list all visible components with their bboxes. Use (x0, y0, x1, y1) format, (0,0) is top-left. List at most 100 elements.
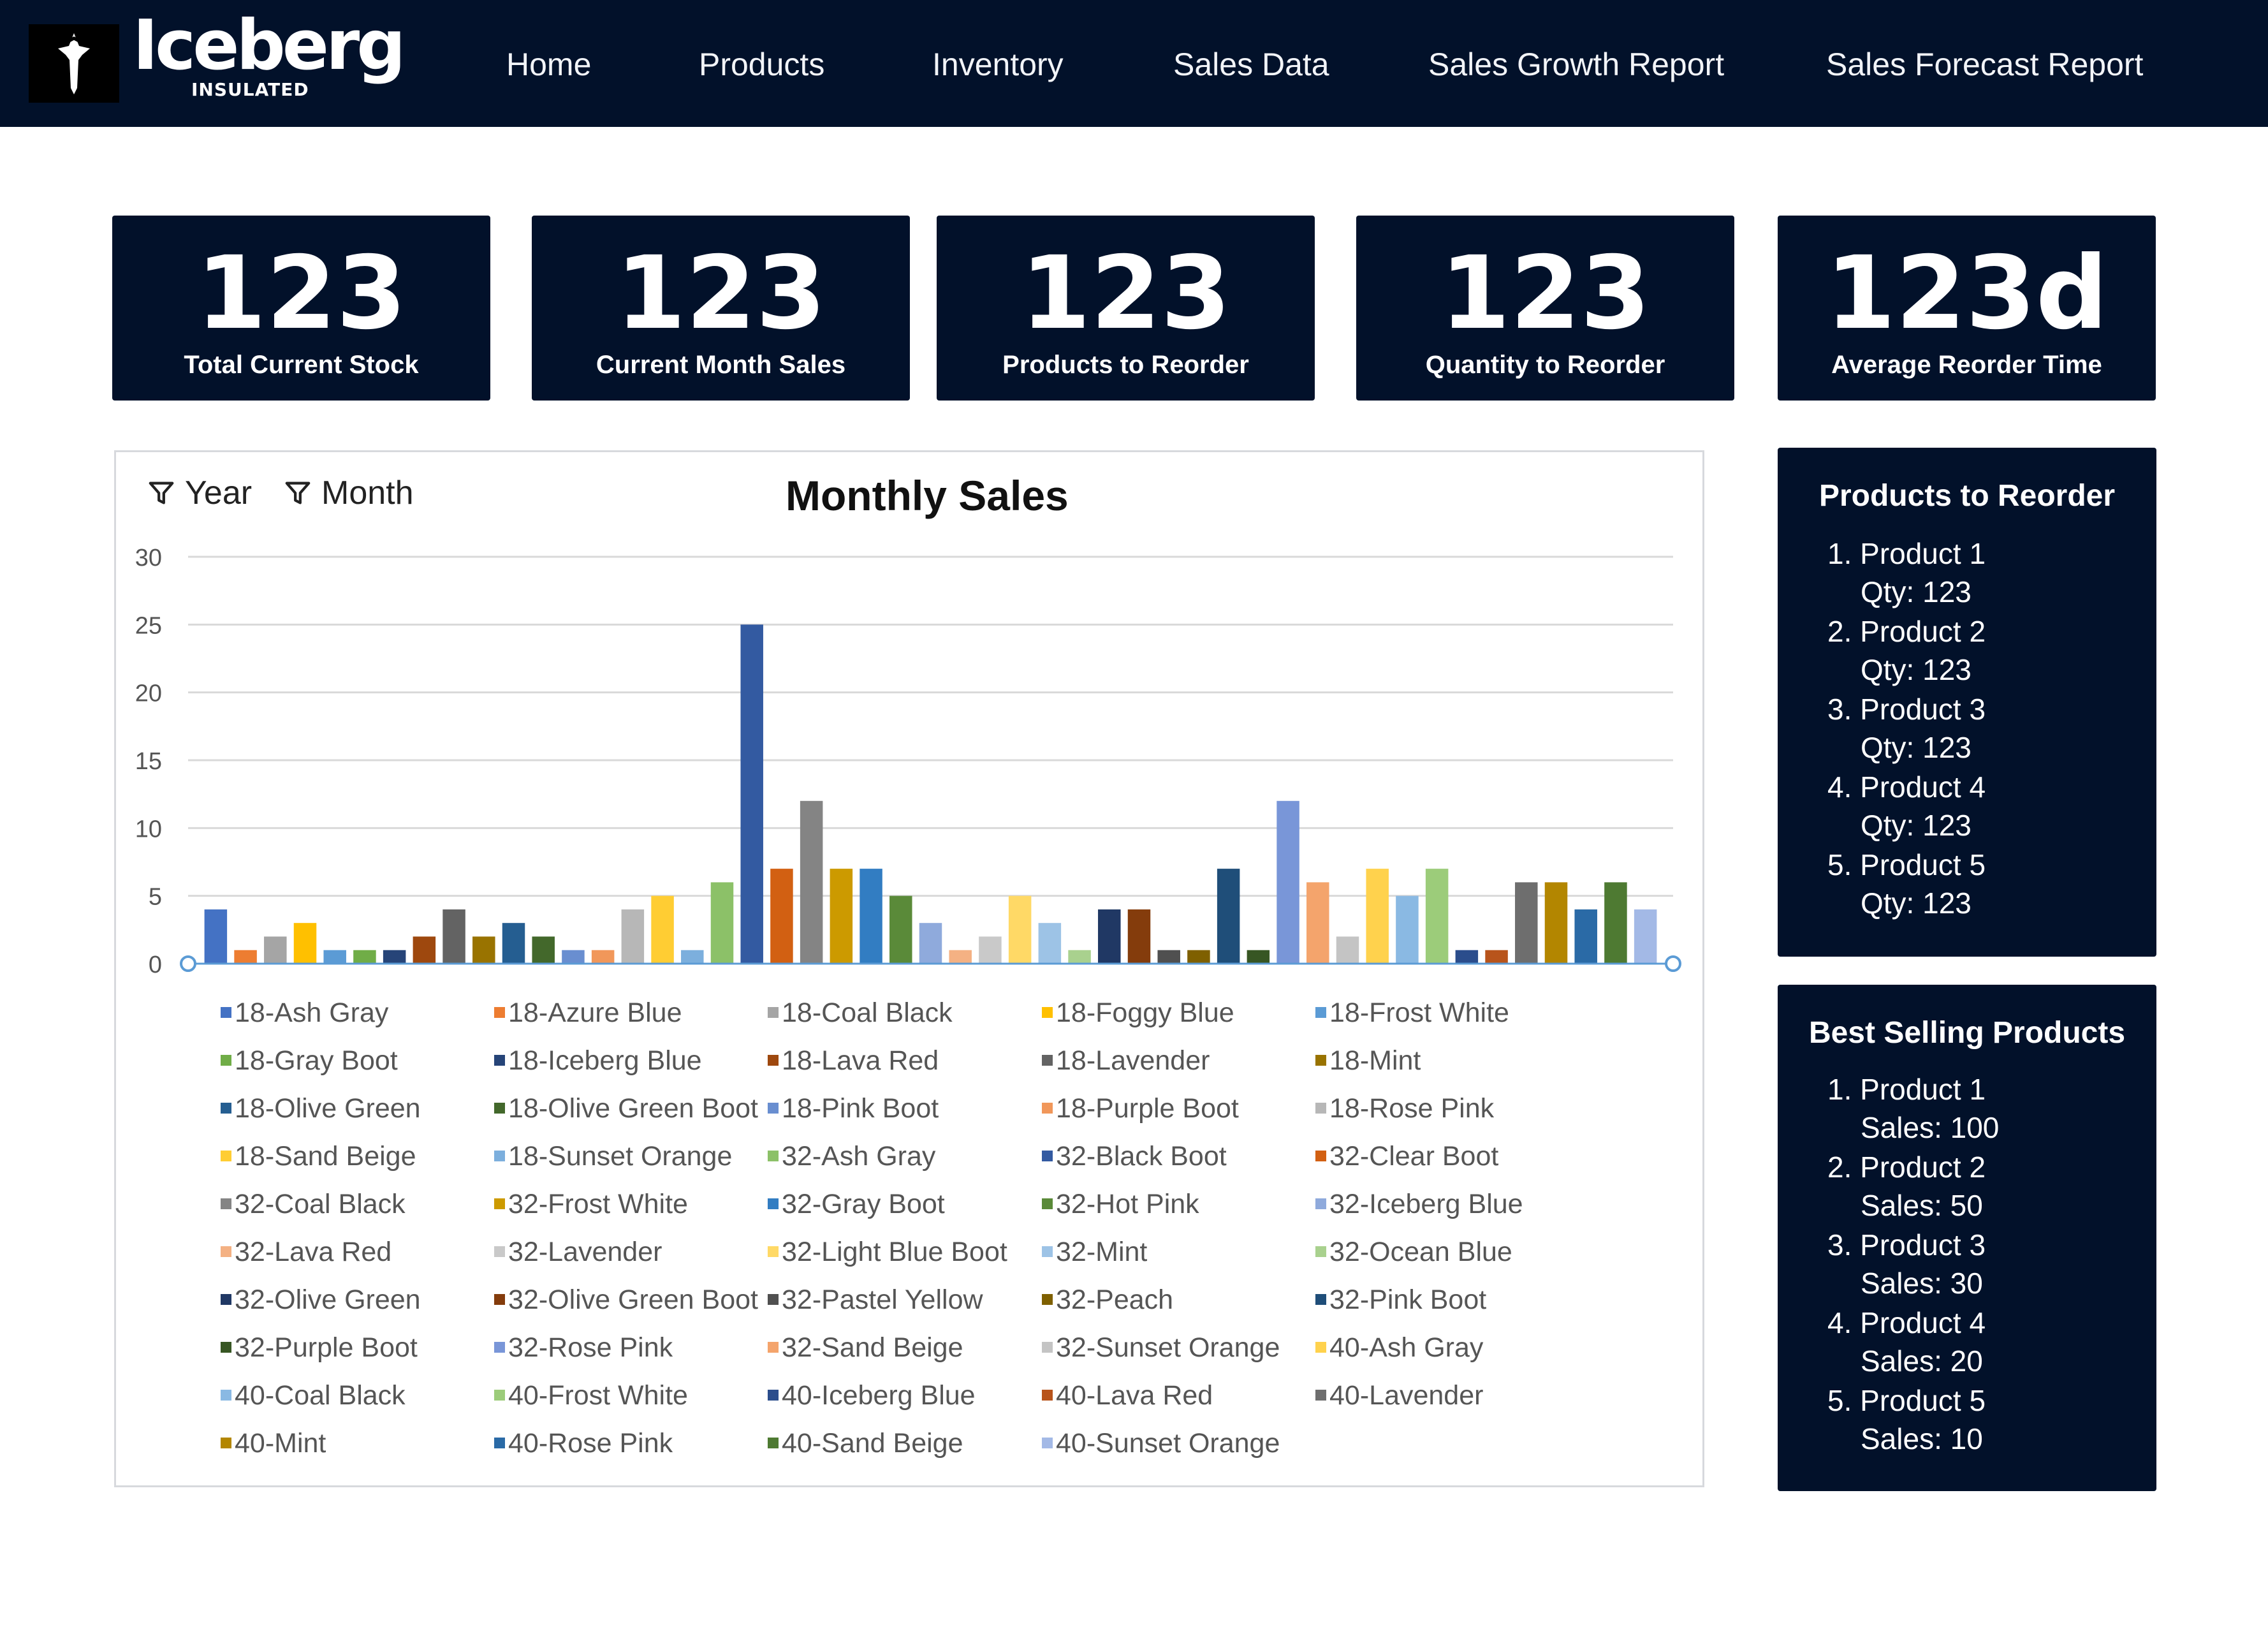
legend-swatch (1042, 1342, 1053, 1353)
legend-swatch (768, 1007, 779, 1018)
bar (1157, 950, 1180, 964)
item-name: 3. Product 3 (1827, 693, 1986, 726)
legend-swatch (494, 1294, 505, 1305)
legend-swatch (494, 1055, 505, 1066)
bar (1604, 882, 1627, 964)
month-filter[interactable]: Month (283, 474, 414, 512)
legend-label: 18-Frost White (1329, 997, 1509, 1028)
legend-label: 40-Ash Gray (1329, 1332, 1484, 1363)
reorder-list-item[interactable]: 1. Product 1 Qty: 123 (1827, 534, 1986, 611)
legend-swatch (221, 1438, 231, 1448)
chart-title: Monthly Sales (786, 472, 1069, 519)
best-selling-list-item[interactable]: 4. Product 4 Sales: 20 (1827, 1304, 1986, 1380)
legend-label: 18-Mint (1329, 1045, 1421, 1076)
legend-label: 40-Mint (235, 1428, 326, 1459)
reorder-panel-title: Products to Reorder (1818, 479, 2116, 513)
best-selling-list-item[interactable]: 5. Product 5 Sales: 10 (1827, 1381, 1986, 1458)
bar (264, 936, 287, 964)
item-name: 2. Product 2 (1827, 615, 1986, 648)
legend-swatch (494, 1438, 505, 1448)
legend-label: 32-Pink Boot (1329, 1284, 1486, 1315)
best-selling-list-item[interactable]: 2. Product 2 Sales: 50 (1827, 1148, 1986, 1225)
legend-label: 32-Purple Boot (235, 1332, 418, 1363)
legend-swatch (221, 1103, 231, 1114)
legend-label: 18-Iceberg Blue (508, 1045, 702, 1076)
legend-label: 32-Clear Boot (1329, 1141, 1498, 1172)
legend-swatch (221, 1055, 231, 1066)
legend-label: 18-Rose Pink (1329, 1093, 1495, 1124)
bar (1038, 923, 1062, 964)
legend-swatch (1042, 1390, 1053, 1401)
year-filter[interactable]: Year (147, 474, 252, 512)
bar (1306, 882, 1329, 964)
legend-swatch (494, 1246, 505, 1257)
year-filter-label: Year (185, 475, 252, 511)
legend-label: 18-Coal Black (782, 997, 953, 1028)
legend-label: 18-Sunset Orange (508, 1141, 732, 1172)
bar (651, 895, 674, 964)
reorder-list-item[interactable]: 2. Product 2 Qty: 123 (1827, 612, 1986, 689)
brand-name[interactable]: Iceberg (133, 11, 406, 80)
bar (323, 950, 346, 964)
nav-sales-data[interactable]: Sales Data (1173, 42, 1329, 87)
legend-swatch (1042, 1055, 1053, 1066)
legend-label: 32-Ash Gray (782, 1141, 936, 1172)
reorder-list-item[interactable]: 5. Product 5 Qty: 123 (1827, 846, 1986, 922)
item-name: 4. Product 4 (1827, 1306, 1986, 1339)
item-qty: Qty: 123 (1861, 575, 1972, 608)
legend-swatch (494, 1198, 505, 1209)
item-name: 5. Product 5 (1827, 848, 1986, 881)
axis-handle-left (180, 955, 196, 972)
item-name: 5. Product 5 (1827, 1384, 1986, 1417)
legend-label: 32-Frost White (508, 1189, 688, 1219)
legend-swatch (221, 1151, 231, 1161)
legend-label: 40-Rose Pink (508, 1428, 673, 1459)
y-tick-label: 25 (135, 612, 162, 639)
legend-label: 32-Lavender (508, 1237, 662, 1267)
nav-home[interactable]: Home (506, 42, 591, 87)
kpi-total-current-stock: 123 Total Current Stock (112, 216, 490, 401)
legend-swatch (1042, 1103, 1053, 1114)
legend-label: 32-Gray Boot (782, 1189, 945, 1219)
legend-swatch (221, 1198, 231, 1209)
legend-label: 40-Lavender (1329, 1380, 1483, 1411)
best-selling-list-item[interactable]: 1. Product 1 Sales: 100 (1827, 1070, 1999, 1147)
legend-label: 32-Peach (1056, 1284, 1173, 1315)
iceberg-figure-icon[interactable] (29, 24, 119, 103)
legend-label: 18-Purple Boot (1056, 1093, 1239, 1124)
bar (1098, 909, 1121, 964)
reorder-list-item[interactable]: 4. Product 4 Qty: 123 (1827, 768, 1986, 844)
kpi-label: Current Month Sales (596, 351, 846, 379)
bar (1366, 869, 1389, 964)
legend-label: 40-Coal Black (235, 1380, 406, 1411)
item-name: 2. Product 2 (1827, 1151, 1986, 1184)
bar (621, 909, 645, 964)
bar (710, 882, 734, 964)
legend-swatch (1042, 1151, 1053, 1161)
legend-label: 32-Rose Pink (508, 1332, 673, 1363)
legend-swatch (221, 1342, 231, 1353)
bar (681, 950, 704, 964)
legend-swatch (1042, 1246, 1053, 1257)
y-tick-label: 15 (135, 748, 162, 775)
legend-label: 32-Sunset Orange (1056, 1332, 1280, 1363)
legend-swatch (1315, 1390, 1326, 1401)
legend-swatch (768, 1246, 779, 1257)
item-sales: Sales: 10 (1861, 1422, 1983, 1455)
legend-swatch (1042, 1294, 1053, 1305)
bar (1068, 950, 1091, 964)
nav-sales-forecast-report[interactable]: Sales Forecast Report (1826, 42, 2143, 87)
best-selling-list-item[interactable]: 3. Product 3 Sales: 30 (1827, 1226, 1986, 1302)
legend-label: 32-Coal Black (235, 1189, 406, 1219)
bar (919, 923, 942, 964)
nav-inventory[interactable]: Inventory (932, 42, 1064, 87)
nav-sales-growth-report[interactable]: Sales Growth Report (1428, 42, 1724, 87)
bar (1396, 895, 1419, 964)
bar (532, 936, 555, 964)
bar (1544, 882, 1568, 964)
reorder-list-item[interactable]: 3. Product 3 Qty: 123 (1827, 690, 1986, 767)
legend-label: 32-Olive Green Boot (508, 1284, 758, 1315)
nav-products[interactable]: Products (699, 42, 824, 87)
legend-swatch (221, 1294, 231, 1305)
kpi-value: 123 (1440, 235, 1651, 352)
